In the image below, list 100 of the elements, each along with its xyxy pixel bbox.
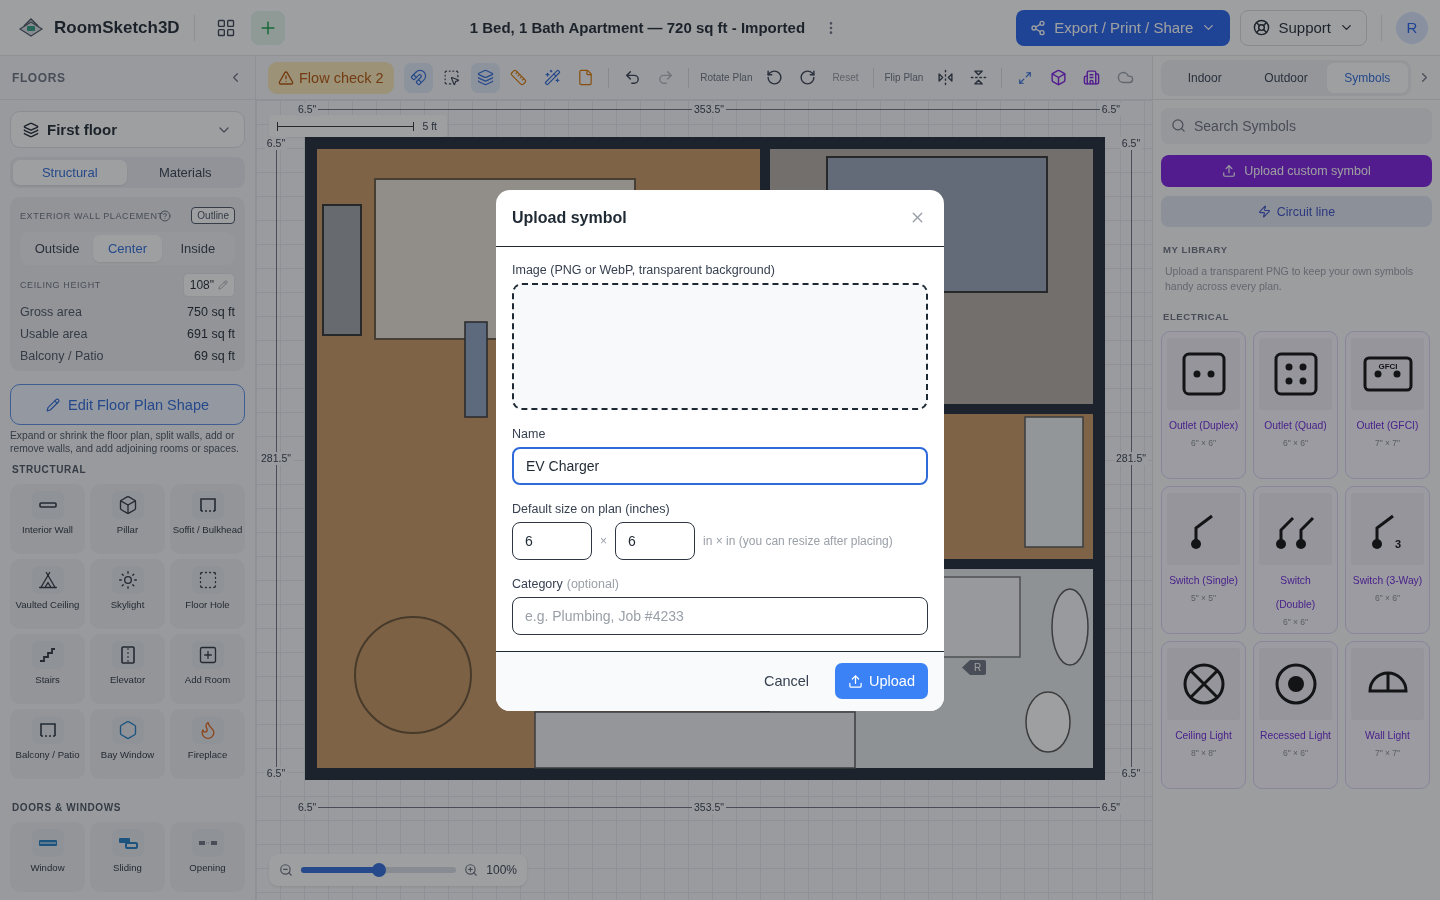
tool-card[interactable]: Vaulted Ceiling — [10, 559, 85, 629]
dimension-label: 6.5" — [296, 102, 319, 116]
note-icon — [577, 69, 595, 86]
search-field[interactable]: Search Symbols — [1161, 108, 1432, 144]
building-icon — [1083, 69, 1101, 86]
stat-value: 750 sq ft — [187, 305, 235, 319]
name-field[interactable]: EV Charger — [512, 446, 928, 485]
tool-card[interactable]: Bay Window — [90, 709, 165, 779]
category-field[interactable]: e.g. Plumbing, Job #4233 — [512, 596, 928, 635]
tool-card[interactable]: Floor Hole — [170, 559, 245, 629]
balcony-icon — [37, 720, 58, 740]
dimension-label: 353.5" — [692, 102, 726, 116]
flip-vertical-icon — [970, 69, 988, 86]
sidebar-tab[interactable]: Structural — [13, 160, 127, 185]
share-icon — [1030, 19, 1047, 36]
circuit-line-button[interactable]: Circuit line — [1161, 196, 1432, 227]
zoom-level: 100% — [486, 863, 517, 877]
flip-horizontal-icon — [936, 69, 954, 86]
zoom-out-icon[interactable] — [279, 863, 293, 877]
tool-card[interactable]: Balcony / Patio — [10, 709, 85, 779]
dialog-title: Upload symbol — [512, 208, 627, 227]
select-icon — [443, 69, 461, 86]
dimension-label: 6.5" — [296, 800, 319, 814]
symbol-name: Outlet (GFCI) — [1356, 419, 1419, 433]
cube-icon — [1049, 69, 1067, 86]
add-button[interactable] — [250, 10, 285, 45]
symbol-name: Switch (Double) — [1274, 574, 1317, 612]
app-name: RoomSketch3D — [54, 17, 180, 38]
floors-heading: FLOORS — [12, 70, 66, 85]
soffit-icon — [197, 495, 218, 515]
tool-card[interactable]: Pillar — [90, 484, 165, 554]
panel-tab[interactable]: Symbols — [1326, 62, 1408, 93]
tool-card[interactable]: Sliding — [90, 822, 165, 892]
magnet-tool[interactable] — [403, 62, 434, 93]
tool-card[interactable]: Elevator — [90, 634, 165, 704]
optional-note: (optional) — [566, 576, 619, 591]
outline-button[interactable]: Outline — [191, 207, 235, 224]
size-label: Default size on plan (inches) — [512, 501, 671, 516]
tool-card[interactable]: Soffit / Bulkhead — [170, 484, 245, 554]
placement-option[interactable]: Center — [93, 235, 162, 262]
support-button[interactable]: Support — [1240, 9, 1367, 46]
flip-label: Flip Plan — [884, 72, 924, 83]
symbol-name: Recessed Light — [1260, 729, 1331, 743]
dimension-label: 6.5" — [1119, 767, 1143, 780]
edit-shape-button[interactable]: Edit Floor Plan Shape — [10, 384, 245, 425]
tool-card[interactable]: Add Room — [170, 634, 245, 704]
edit-help-text: Expand or shrink the floor plan, split walls, add or remove walls, and add adjoining rooms or spaces. — [10, 430, 240, 455]
image-drop-zone[interactable] — [512, 282, 928, 410]
zoom-thumb[interactable] — [371, 863, 386, 877]
floor-select[interactable]: First floor — [10, 111, 245, 148]
height-field[interactable]: 6 — [615, 521, 695, 560]
tool-card[interactable]: Window — [10, 822, 85, 892]
symbol-card[interactable]: Switch (Single) 5" × 5" — [1161, 486, 1246, 634]
cancel-button[interactable]: Cancel — [757, 672, 816, 690]
user-avatar[interactable]: R — [1396, 11, 1428, 44]
plus-square-icon — [197, 645, 218, 665]
pencil-icon — [218, 280, 228, 290]
tool-card[interactable]: Opening — [170, 822, 245, 892]
dimension-label: 6.5" — [264, 137, 288, 150]
layers-icon — [23, 121, 39, 138]
symbol-name: Switch (3-Way) — [1352, 574, 1423, 588]
stat-value: 69 sq ft — [194, 349, 235, 363]
outlet-icon — [1180, 351, 1227, 397]
tool-card[interactable]: Stairs — [10, 634, 85, 704]
dot-circle-icon — [1273, 662, 1318, 706]
dimension-label: 6.5" — [1099, 102, 1122, 116]
sun-icon — [117, 570, 138, 590]
cloud-icon — [1116, 69, 1134, 86]
stat-value: 691 sq ft — [187, 327, 235, 341]
flow-check-button[interactable]: Flow check 2 — [268, 61, 394, 94]
outlet-icon — [1272, 351, 1319, 397]
upload-button[interactable]: Upload — [835, 663, 928, 699]
stat-label: Usable area — [20, 327, 88, 341]
dimension-label: 6.5" — [1099, 800, 1122, 814]
tool-card[interactable]: Interior Wall — [10, 484, 85, 554]
zoom-in-icon[interactable] — [464, 863, 479, 877]
upload-symbol-button[interactable]: Upload custom symbol — [1161, 155, 1432, 187]
ceiling-height-field[interactable]: 108" — [182, 273, 235, 297]
image-label: Image (PNG or WebP, transparent background) — [512, 262, 776, 277]
tool-card[interactable]: Skylight — [90, 559, 165, 629]
placement-option[interactable]: Outside — [23, 235, 92, 262]
width-field[interactable]: 6 — [512, 521, 592, 560]
search-icon — [1171, 118, 1186, 133]
symbol-name: Switch (Single) — [1169, 574, 1238, 588]
ceiling-height-label: CEILING HEIGHT — [20, 280, 101, 290]
export-button[interactable]: Export / Print / Share — [1016, 9, 1231, 46]
rotate-left-icon — [765, 69, 783, 86]
panel-tab[interactable]: Indoor — [1164, 62, 1246, 93]
tent-icon — [37, 570, 58, 590]
opening-icon — [198, 841, 217, 845]
grid-icon — [215, 17, 236, 38]
layers-tool[interactable] — [470, 62, 500, 93]
rotate-label: Rotate Plan — [700, 72, 753, 83]
dimension-label: 6.5" — [264, 767, 288, 780]
placement-option[interactable]: Inside — [163, 235, 232, 262]
tool-card[interactable]: Fireplace — [170, 709, 245, 779]
undo-icon — [623, 69, 641, 86]
panel-tab[interactable]: Outdoor — [1245, 62, 1327, 93]
sidebar-tab[interactable]: Materials — [128, 160, 242, 185]
rotate-right-icon — [799, 69, 817, 86]
